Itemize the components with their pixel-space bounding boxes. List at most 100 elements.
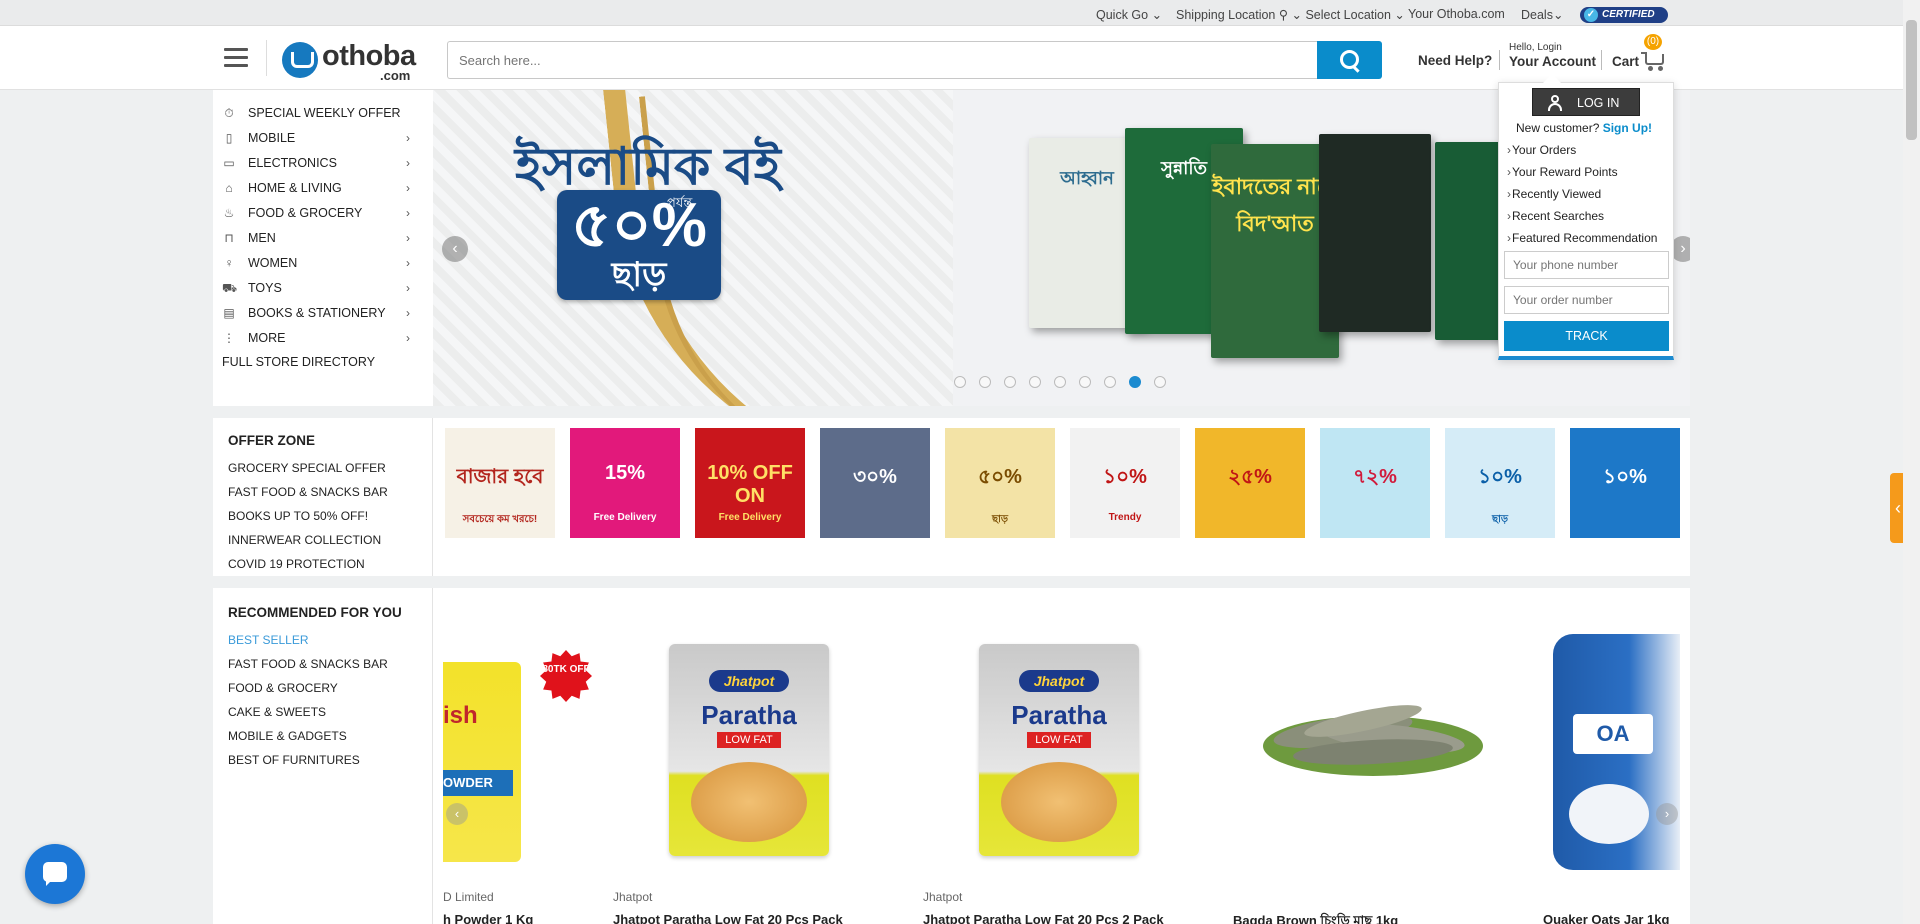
category-item[interactable]: ♀ WOMEN › bbox=[222, 253, 422, 273]
othoba-logo[interactable]: othoba .com bbox=[282, 40, 416, 83]
reco-link[interactable]: FOOD & GROCERY bbox=[228, 681, 338, 695]
recommended-title: RECOMMENDED FOR YOU bbox=[228, 605, 402, 620]
your-othoba-link[interactable]: Your Othoba.com bbox=[1408, 7, 1505, 21]
shipping-location-link[interactable]: Shipping Location ⚲ ⌄ Select Location ⌄ bbox=[1176, 7, 1405, 22]
category-label: MEN bbox=[248, 231, 276, 245]
badge-word: ছাড় bbox=[611, 256, 667, 294]
products-prev-button[interactable]: ‹ bbox=[446, 803, 468, 825]
need-help-link[interactable]: Need Help? bbox=[1418, 53, 1492, 68]
offer-tile[interactable]: ৩০% bbox=[820, 428, 930, 538]
book-cover bbox=[1319, 134, 1431, 332]
phone-number-input[interactable] bbox=[1504, 251, 1669, 279]
category-item[interactable]: ⌂ HOME & LIVING › bbox=[222, 178, 422, 198]
home-icon: ⌂ bbox=[225, 181, 233, 195]
product-name[interactable]: h Powder 1 Kg bbox=[443, 912, 533, 924]
product-image bbox=[1263, 705, 1483, 776]
offer-tile[interactable]: ১০% ছাড় bbox=[1445, 428, 1555, 538]
product-name[interactable]: Bagda Brown চিংড়ি মাছ 1kg bbox=[1233, 912, 1398, 924]
recent-searches-link[interactable]: ›Recent Searches bbox=[1507, 209, 1604, 223]
offer-tile[interactable]: ১০% bbox=[1570, 428, 1680, 538]
category-label: TOYS bbox=[248, 281, 282, 295]
product-card[interactable]: OA Quaker Oats Jar 1kg bbox=[1543, 598, 1680, 924]
quick-go-label: Quick Go bbox=[1096, 8, 1149, 22]
offer-tile[interactable]: ১০% Trendy bbox=[1070, 428, 1180, 538]
offer-tile[interactable]: 15% Free Delivery bbox=[570, 428, 680, 538]
chat-button[interactable] bbox=[25, 844, 85, 904]
offer-link[interactable]: COVID 19 PROTECTION bbox=[228, 557, 365, 571]
offer-link[interactable]: BOOKS UP TO 50% OFF! bbox=[228, 509, 368, 523]
category-label: ELECTRONICS bbox=[248, 156, 337, 170]
toy-car-icon: ⛟ bbox=[222, 281, 238, 295]
chevron-right-icon: › bbox=[406, 256, 410, 270]
product-name[interactable]: Jhatpot Paratha Low Fat 20 Pcs Pack bbox=[613, 912, 843, 924]
product-name[interactable]: Quaker Oats Jar 1kg bbox=[1543, 912, 1669, 924]
hamburger-menu-icon[interactable] bbox=[224, 48, 248, 68]
recommended-section: RECOMMENDED FOR YOU BEST SELLER FAST FOO… bbox=[213, 588, 1690, 924]
full-store-directory-link[interactable]: FULL STORE DIRECTORY bbox=[222, 355, 375, 369]
category-item[interactable]: ⋮ MORE › bbox=[222, 328, 422, 348]
product-card[interactable]: Jhatpot Paratha LOW FAT Jhatpot Jhatpot … bbox=[923, 598, 1213, 924]
search-button[interactable] bbox=[1317, 41, 1382, 79]
pack-tag: LOW FAT bbox=[1027, 732, 1091, 748]
paratha-image bbox=[691, 762, 807, 842]
book-title: সুন্নাতি bbox=[1160, 158, 1208, 178]
login-button[interactable]: LOG IN bbox=[1532, 88, 1640, 116]
pack-tag: LOW FAT bbox=[717, 732, 781, 748]
your-orders-link[interactable]: ›Your Orders bbox=[1507, 143, 1576, 157]
cart-count-badge: (0) bbox=[1644, 34, 1662, 50]
pagination-dot[interactable] bbox=[1079, 376, 1091, 388]
category-item[interactable]: ▤ BOOKS & STATIONERY › bbox=[222, 303, 422, 323]
pagination-dot[interactable] bbox=[1029, 376, 1041, 388]
offer-link[interactable]: INNERWEAR COLLECTION bbox=[228, 533, 381, 547]
product-card[interactable]: ish OWDER 80TK OFF D Limited h Powder 1 … bbox=[443, 598, 593, 924]
category-item[interactable]: ⛟ TOYS › bbox=[222, 278, 422, 298]
offer-tile[interactable]: বাজার হবে সবচেয়ে কম খরচে! bbox=[445, 428, 555, 538]
offer-tile[interactable]: ৭২% bbox=[1320, 428, 1430, 538]
pagination-dot[interactable] bbox=[979, 376, 991, 388]
offer-link[interactable]: GROCERY SPECIAL OFFER bbox=[228, 461, 386, 475]
pagination-dot[interactable] bbox=[1154, 376, 1166, 388]
track-button[interactable]: TRACK bbox=[1504, 321, 1669, 351]
category-item[interactable]: ⊓ MEN › bbox=[222, 228, 422, 248]
offer-tile-caption: সবচেয়ে কম খরচে! bbox=[462, 514, 538, 525]
reco-link[interactable]: FAST FOOD & SNACKS BAR bbox=[228, 657, 388, 671]
quick-go-link[interactable]: Quick Go ⌄ bbox=[1096, 7, 1162, 22]
offer-tile[interactable]: ২৫% bbox=[1195, 428, 1305, 538]
your-account-link[interactable]: Your Account bbox=[1509, 54, 1596, 69]
cart-link[interactable]: Cart bbox=[1612, 54, 1639, 69]
reco-link[interactable]: BEST OF FURNITURES bbox=[228, 753, 360, 767]
page-scrollbar[interactable] bbox=[1903, 0, 1920, 924]
cart-icon[interactable] bbox=[1641, 50, 1667, 71]
category-item[interactable]: ♨ FOOD & GROCERY › bbox=[222, 203, 422, 223]
pagination-dot[interactable] bbox=[1104, 376, 1116, 388]
category-item[interactable]: ▭ ELECTRONICS › bbox=[222, 153, 422, 173]
search-input[interactable] bbox=[447, 41, 1317, 79]
category-item[interactable]: ▯ MOBILE › bbox=[222, 128, 422, 148]
scrollbar-thumb[interactable] bbox=[1906, 20, 1917, 140]
offer-tile[interactable]: ৫০% ছাড় bbox=[945, 428, 1055, 538]
pagination-dot[interactable] bbox=[1054, 376, 1066, 388]
food-icon: ♨ bbox=[223, 206, 235, 220]
sign-up-link[interactable]: Sign Up! bbox=[1603, 121, 1652, 135]
reco-link[interactable]: MOBILE & GADGETS bbox=[228, 729, 347, 743]
featured-recommendation-link[interactable]: ›Featured Recommendation bbox=[1507, 231, 1657, 245]
paratha-image bbox=[1001, 762, 1117, 842]
pagination-dot[interactable] bbox=[954, 376, 966, 388]
order-number-input[interactable] bbox=[1504, 286, 1669, 314]
deals-link[interactable]: Deals⌄ bbox=[1521, 7, 1563, 22]
offer-link[interactable]: FAST FOOD & SNACKS BAR bbox=[228, 485, 388, 499]
offer-tile[interactable]: 10% OFF ON Free Delivery bbox=[695, 428, 805, 538]
reward-points-link[interactable]: ›Your Reward Points bbox=[1507, 165, 1618, 179]
category-item[interactable]: ⏱ SPECIAL WEEKLY OFFER bbox=[222, 103, 422, 123]
product-card[interactable]: Bagda Brown চিংড়ি মাছ 1kg bbox=[1233, 598, 1523, 924]
product-card[interactable]: Jhatpot Paratha LOW FAT Jhatpot Jhatpot … bbox=[613, 598, 903, 924]
product-name[interactable]: Jhatpot Paratha Low Fat 20 Pcs 2 Pack bbox=[923, 912, 1164, 924]
recently-viewed-link[interactable]: ›Recently Viewed bbox=[1507, 187, 1601, 201]
pagination-dot[interactable] bbox=[1129, 376, 1141, 388]
reco-link[interactable]: CAKE & SWEETS bbox=[228, 705, 326, 719]
banner-prev-button[interactable]: ‹ bbox=[442, 236, 468, 262]
reco-link-best-seller[interactable]: BEST SELLER bbox=[228, 633, 308, 647]
products-next-button[interactable]: › bbox=[1656, 803, 1678, 825]
badge-percent: ৫০% bbox=[571, 191, 707, 260]
pagination-dot[interactable] bbox=[1004, 376, 1016, 388]
